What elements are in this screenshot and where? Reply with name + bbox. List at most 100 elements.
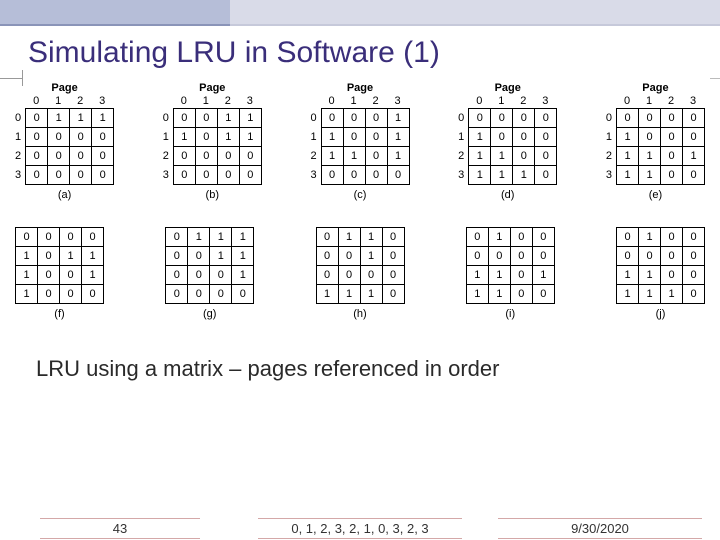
matrix-cell: 1: [210, 228, 232, 247]
matrix-table: 0000100011011100: [616, 108, 705, 185]
matrix-pane: 0000101110011000(f): [15, 227, 104, 320]
matrix-table: 0001100111010000: [321, 108, 410, 185]
row-number: 3: [310, 166, 316, 185]
col-number: 0: [468, 95, 490, 107]
table-row: 1101: [321, 147, 409, 166]
matrix-cell: 0: [195, 109, 217, 128]
matrix-cell: 0: [661, 228, 683, 247]
table-row: 0000: [316, 266, 404, 285]
matrix-cell: 0: [92, 147, 114, 166]
matrix-caption: (c): [354, 189, 367, 201]
matrix-cell: 0: [510, 266, 532, 285]
matrix-cell: 0: [82, 228, 104, 247]
matrix-cell: 1: [232, 266, 254, 285]
matrix-cell: 0: [210, 266, 232, 285]
matrix-pane: Page012301230000100011001110(d): [458, 82, 557, 201]
matrix-cell: 0: [683, 285, 705, 304]
matrix-cell: 1: [639, 166, 661, 185]
row-number: 3: [606, 166, 612, 185]
matrix-cell: 0: [382, 285, 404, 304]
table-row: 1100: [617, 166, 705, 185]
matrix-cell: 1: [338, 228, 360, 247]
matrix-cell: 0: [26, 128, 48, 147]
row-number: 0: [15, 109, 21, 128]
table-row: 0000: [166, 285, 254, 304]
table-row: 1001: [321, 128, 409, 147]
matrix-cell: 0: [365, 128, 387, 147]
matrix-cell: 0: [195, 147, 217, 166]
matrix-cell: 0: [70, 166, 92, 185]
col-number: 2: [69, 95, 91, 107]
matrix-right: 0111001100010000: [165, 227, 254, 304]
matrix-table: 0000100011001110: [468, 108, 557, 185]
footer-page-text: 43: [107, 521, 133, 536]
matrix-cell: 0: [661, 266, 683, 285]
col-number: 2: [365, 95, 387, 107]
matrix-cell: 1: [360, 247, 382, 266]
matrix-cell: 0: [639, 109, 661, 128]
matrix-cell: 0: [38, 228, 60, 247]
matrix-cell: 0: [188, 266, 210, 285]
matrix-cell: 0: [661, 128, 683, 147]
table-row: 0000: [466, 247, 554, 266]
matrix-pane: 0110001000001110(h): [316, 227, 405, 320]
matrix-cell: 1: [469, 128, 491, 147]
matrix-cell: 0: [48, 147, 70, 166]
matrix-cell: 1: [173, 128, 195, 147]
matrix-cell: 0: [82, 285, 104, 304]
matrix-cell: 0: [173, 166, 195, 185]
row-numbers: 0123: [15, 109, 21, 185]
matrix-cell: 0: [166, 228, 188, 247]
matrix-cell: 1: [491, 166, 513, 185]
matrix-cell: 0: [210, 285, 232, 304]
table-row: 0000: [617, 247, 705, 266]
matrix-cell: 0: [338, 266, 360, 285]
matrix-caption: (g): [203, 308, 216, 320]
matrix-cell: 0: [639, 247, 661, 266]
matrix-cell: 0: [166, 247, 188, 266]
col-number: 1: [638, 95, 660, 107]
page-label: Page: [642, 82, 668, 94]
row-number: 1: [310, 128, 316, 147]
table-row: 1000: [469, 128, 557, 147]
footer-date: 9/30/2020: [480, 521, 720, 536]
matrix-cell: 0: [48, 128, 70, 147]
matrix-cell: 1: [469, 147, 491, 166]
row-number: 3: [163, 166, 169, 185]
matrix-cell: 1: [338, 285, 360, 304]
page-label: Page: [51, 82, 77, 94]
matrix-cell: 0: [217, 166, 239, 185]
matrix-pane: Page012301230111000000000000(a): [15, 82, 114, 201]
matrix-cell: 0: [60, 266, 82, 285]
row-numbers: 0123: [606, 109, 612, 185]
matrix-cell: 0: [365, 166, 387, 185]
col-number: 2: [217, 95, 239, 107]
matrix-caption: (j): [656, 308, 666, 320]
matrix-cell: 1: [232, 247, 254, 266]
col-number: 3: [534, 95, 556, 107]
table-row: 0000: [26, 166, 114, 185]
matrix-cell: 0: [239, 147, 261, 166]
matrix-cell: 0: [60, 285, 82, 304]
col-number: 0: [616, 95, 638, 107]
matrix-cell: 1: [360, 285, 382, 304]
matrix-cell: 1: [466, 285, 488, 304]
matrix-cell: 0: [343, 166, 365, 185]
matrix-cell: 1: [617, 128, 639, 147]
table-row: 1001: [16, 266, 104, 285]
matrix-block: 0100000011001110: [616, 227, 705, 304]
matrix-cell: 0: [683, 166, 705, 185]
matrix-cell: 0: [70, 147, 92, 166]
matrix-cell: 1: [617, 166, 639, 185]
lru-figure: Page012301230111000000000000(a)Page01230…: [15, 82, 705, 320]
table-row: 0000: [26, 128, 114, 147]
matrix-cell: 1: [82, 247, 104, 266]
footer-sequence: 0, 1, 2, 3, 2, 1, 0, 3, 2, 3: [240, 521, 480, 536]
matrix-cell: 0: [510, 247, 532, 266]
matrix-cell: 0: [491, 128, 513, 147]
matrix-cell: 1: [639, 147, 661, 166]
table-row: 0000: [469, 109, 557, 128]
table-row: 0110: [316, 228, 404, 247]
matrix-cell: 0: [683, 266, 705, 285]
matrix-table: 0100000011011100: [466, 227, 555, 304]
